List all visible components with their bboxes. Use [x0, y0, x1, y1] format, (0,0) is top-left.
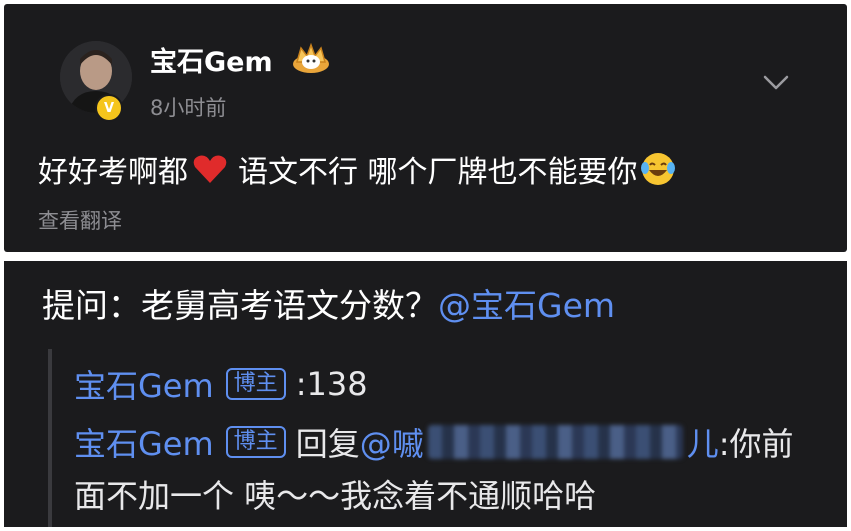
reply-prefix: 回复: [295, 425, 360, 463]
post-text-part-1: 好好考啊都: [38, 155, 188, 190]
post-timestamp: 8小时前: [150, 96, 227, 120]
quote-bar: [48, 349, 52, 527]
blogger-tag: 博主: [225, 368, 286, 400]
reply-mention-start[interactable]: @嘁: [360, 419, 424, 465]
reply-row-2: 宝石Gem 博主 回复 @嘁 儿 :你前: [74, 419, 794, 465]
blogger-tag: 博主: [225, 426, 286, 458]
heart-emoji-icon: [193, 155, 227, 183]
reply-content: :你前: [718, 425, 794, 463]
question-text: 提问：老舅高考语文分数？@宝石Gem: [42, 279, 615, 327]
reply-content: 138: [306, 365, 368, 403]
question-body: 提问：老舅高考语文分数？: [42, 286, 438, 325]
post-text-part-2: 语文不行 哪个厂牌也不能要你: [238, 155, 638, 190]
chevron-down-icon[interactable]: [759, 68, 793, 98]
laughing-crying-emoji-icon: [640, 153, 675, 185]
reply-continuation: 面不加一个 咦～～我念着不通顺哈哈: [74, 477, 597, 515]
reply-author-link[interactable]: 宝石Gem: [74, 361, 214, 407]
question-mention-link[interactable]: @宝石Gem: [438, 286, 615, 325]
blurred-username: [427, 425, 683, 459]
qa-comment-card: 提问：老舅高考语文分数？@宝石Gem 宝石Gem 博主 : 138 宝石Gem …: [4, 261, 847, 527]
weibo-post-card: V 宝石Gem 8小时前 好好考啊都 语文不行 哪个厂牌也不能要你 查看翻译: [4, 4, 847, 252]
reply-row-1: 宝石Gem 博主 : 138: [74, 361, 368, 407]
verified-badge-icon: V: [95, 94, 123, 122]
reply-separator: :: [295, 365, 307, 403]
username[interactable]: 宝石Gem: [150, 40, 273, 79]
reply-mention-end[interactable]: 儿: [687, 419, 719, 465]
reply-author-link[interactable]: 宝石Gem: [74, 419, 214, 465]
view-translation-link[interactable]: 查看翻译: [38, 205, 122, 235]
crown-badge-icon: [293, 42, 329, 73]
post-content: 好好考啊都 语文不行 哪个厂牌也不能要你: [38, 147, 676, 191]
